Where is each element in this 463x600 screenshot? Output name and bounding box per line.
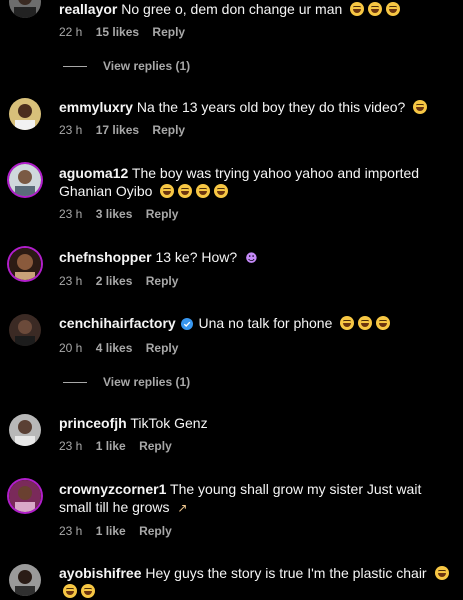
comment-body: crownyzcorner1 The young shall grow my s… [59,480,455,539]
comment-meta: 23 h 17 likes Reply [59,122,455,138]
comment-text: Hey guys the story is true I'm the plast… [145,565,427,581]
laugh-emoji [368,2,383,16]
comment-text-line: aguoma12 The boy was trying yahoo yahoo … [59,164,455,200]
comment-text: Una no talk for phone [198,315,333,331]
comment-meta: 23 h 1 like Reply [59,523,455,539]
comment-text-line: ayobishifree Hey guys the story is true … [59,564,455,600]
laugh-emoji [160,184,175,198]
comment-username[interactable]: crownyzcorner1 [59,481,166,497]
avatar[interactable] [9,98,41,130]
avatar[interactable] [9,480,41,512]
sweat-smile-emoji [413,100,428,114]
comment-body: reallayor No gree o, dem don change ur m… [59,0,455,40]
view-replies-label: View replies (1) [103,59,191,73]
reply-button[interactable]: Reply [152,123,185,137]
comment-username[interactable]: aguoma12 [59,165,128,181]
comment-text: Na the 13 years old boy they do this vid… [136,99,406,115]
comment-likes[interactable]: 3 likes [96,207,133,221]
laugh-emoji [386,2,401,16]
comment-username[interactable]: ayobishifree [59,565,141,581]
laugh-emoji [340,316,355,330]
comment-body: princeofjh TikTok Genz 23 h 1 like Reply [59,414,455,454]
view-replies-button[interactable]: View replies (1) [63,59,190,73]
laugh-emoji [434,566,449,580]
reply-button[interactable]: Reply [146,274,179,288]
avatar[interactable] [9,414,41,446]
avatar[interactable] [9,248,41,280]
comment-text-line: chefnshopper 13 ke? How? ☻ [59,248,455,267]
comment-text-line: princeofjh TikTok Genz [59,414,455,432]
comment-time: 23 h [59,207,83,221]
view-replies-label: View replies (1) [103,375,191,389]
comment-text-line: cenchihairfactory Una no talk for phone [59,314,455,334]
comment-text-line: reallayor No gree o, dem don change ur m… [59,0,455,18]
comment-time: 23 h [59,524,83,538]
comment-username[interactable]: emmyluxry [59,99,133,115]
avatar[interactable] [9,0,41,18]
comment-time: 23 h [59,123,83,137]
comment-likes[interactable]: 17 likes [96,123,139,137]
reply-button[interactable]: Reply [146,341,179,355]
verified-badge-icon [180,316,193,334]
comment-meta: 23 h 1 like Reply [59,438,455,454]
comment-body: chefnshopper 13 ke? How? ☻ 23 h 2 likes … [59,248,455,289]
laugh-emoji [350,2,365,16]
comment-time: 20 h [59,341,83,355]
comment-likes[interactable]: 4 likes [96,341,133,355]
comment-time: 22 h [59,25,83,39]
comment-body: emmyluxry Na the 13 years old boy they d… [59,98,455,138]
comment-text: TikTok Genz [130,415,208,431]
laugh-emoji [178,184,193,198]
divider-line [63,65,87,67]
avatar[interactable] [9,314,41,346]
avatar[interactable] [9,564,41,596]
comment-username[interactable]: chefnshopper [59,249,152,265]
reply-button[interactable]: Reply [152,25,185,39]
comment-likes[interactable]: 15 likes [96,25,139,39]
reply-button[interactable]: Reply [139,439,172,453]
comment-text-line: crownyzcorner1 The young shall grow my s… [59,480,455,517]
laugh-emoji [81,584,95,598]
comment-username[interactable]: princeofjh [59,415,127,431]
divider-line [63,381,87,383]
comment-username[interactable]: cenchihairfactory [59,315,176,331]
comment-likes[interactable]: 1 like [96,439,126,453]
comment-username[interactable]: reallayor [59,1,117,17]
reply-button[interactable]: Reply [146,207,179,221]
comment-text: 13 ke? How? [155,249,238,265]
person-shrugging-emoji: ☻ [245,251,258,265]
comment-time: 23 h [59,439,83,453]
comment-meta: 22 h 15 likes Reply [59,24,455,40]
comment-time: 23 h [59,274,83,288]
comments-list: reallayor No gree o, dem don change ur m… [0,0,463,598]
laugh-emoji [63,584,77,598]
reply-button[interactable]: Reply [139,524,172,538]
person-running-emoji: ↗ [177,501,188,515]
laugh-emoji [376,316,391,330]
comment-meta: 23 h 3 likes Reply [59,206,455,222]
comment-likes[interactable]: 1 like [96,524,126,538]
comment-body: aguoma12 The boy was trying yahoo yahoo … [59,164,455,222]
comment-likes[interactable]: 2 likes [96,274,133,288]
laugh-emoji [196,184,211,198]
laugh-emoji [214,184,229,198]
comment-meta: 20 h 4 likes Reply [59,340,455,356]
comment-text: No gree o, dem don change ur man [121,1,343,17]
laugh-emoji [358,316,373,330]
comment-body: cenchihairfactory Una no talk for phone … [59,314,455,356]
comment-meta: 23 h 2 likes Reply [59,273,455,289]
comment-text-line: emmyluxry Na the 13 years old boy they d… [59,98,455,116]
view-replies-button[interactable]: View replies (1) [63,375,190,389]
avatar[interactable] [9,164,41,196]
comment-body: ayobishifree Hey guys the story is true … [59,564,455,600]
